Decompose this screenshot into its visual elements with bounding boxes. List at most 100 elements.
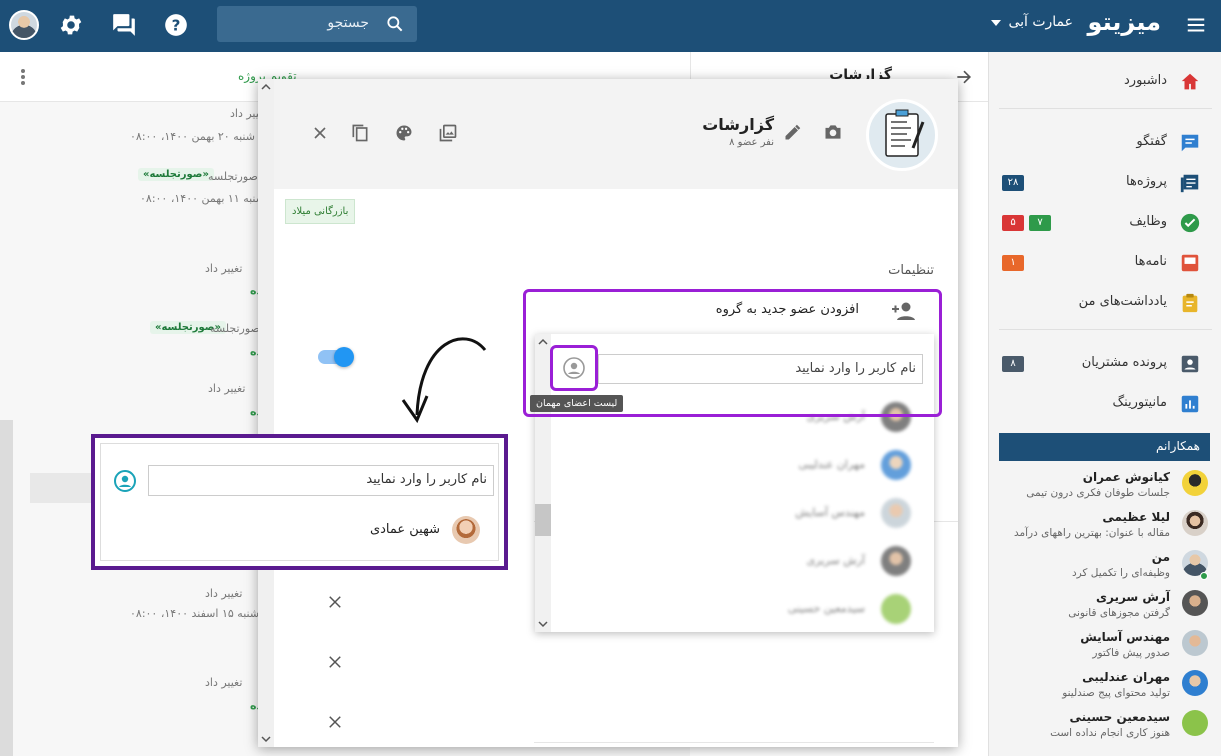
gallery-icon[interactable] — [438, 123, 458, 143]
group-title: گزارشات — [702, 115, 774, 134]
colleague-status: جلسات طوفان فکری درون تیمی — [1026, 487, 1170, 499]
org-dropdown-icon[interactable] — [991, 20, 1001, 26]
log-date: شنبه ۱۱ بهمن ۱۴۰۰، ۰۸:۰۰ — [140, 192, 265, 205]
online-indicator — [1200, 572, 1208, 580]
top-bar: ? جستجو عمارت آبی میزیتو — [0, 0, 1221, 52]
avatar — [881, 594, 911, 624]
divider — [999, 329, 1212, 330]
remove-member-icon[interactable] — [326, 713, 344, 731]
colleague-status: مقاله با عنوان: بهترین راههای درآمد — [1013, 527, 1170, 539]
avatar — [1182, 630, 1208, 656]
svg-text:?: ? — [172, 16, 181, 34]
input-placeholder: نام کاربر را وارد نمایید — [366, 472, 487, 487]
sidebar-item-tasks[interactable]: وظایف ۷ ۵ — [1002, 208, 1207, 238]
colleague-item[interactable]: سیدمعین حسینی هنوز کاری انجام نداده است — [999, 706, 1210, 746]
palette-icon[interactable] — [394, 123, 414, 143]
member-name: آرش سریری — [806, 554, 865, 567]
chat-icon[interactable] — [111, 12, 137, 38]
brand-logo: میزیتو — [1087, 8, 1161, 36]
member-option[interactable]: سیدمعین حسینی — [555, 590, 925, 630]
add-member-title: افزودن عضو جدید به گروه — [715, 302, 859, 317]
member-name: مهندس آسایش — [795, 506, 865, 519]
group-avatar — [866, 99, 938, 171]
sidebar-item-label: داشبورد — [1124, 73, 1167, 88]
settings-icon[interactable] — [58, 12, 84, 38]
add-person-icon[interactable] — [891, 300, 917, 322]
main-sidebar: داشبورد گفتگو پروژه‌ها ۲۸ وظایف ۷ ۵ نامه… — [988, 52, 1221, 756]
colleague-item[interactable]: مهندس آسایش صدور پیش فاکتور — [999, 626, 1210, 666]
colleague-item[interactable]: آرش سریری گرفتن مجوزهای قانونی — [999, 586, 1210, 626]
avatar — [1182, 470, 1208, 496]
sidebar-item-label: وظایف — [1129, 214, 1167, 229]
sidebar-item-label: یادداشت‌های من — [1078, 294, 1167, 309]
colleague-item[interactable]: کیانوش عمران جلسات طوفان فکری درون تیمی — [999, 466, 1210, 506]
remove-member-icon[interactable] — [326, 593, 344, 611]
setting-toggle[interactable] — [318, 347, 354, 367]
colleague-item[interactable]: لیلا عظیمی مقاله با عنوان: بهترین راههای… — [999, 506, 1210, 546]
member-option[interactable]: مهران عندلیبی — [555, 446, 925, 486]
colleague-status: هنوز کاری انجام نداده است — [1050, 727, 1170, 739]
edit-icon[interactable] — [783, 122, 803, 142]
user-avatar[interactable] — [9, 10, 39, 40]
member-count: ۸ نفر عضو — [729, 137, 774, 148]
org-selector[interactable]: عمارت آبی — [1008, 14, 1073, 30]
menu-icon[interactable] — [1185, 14, 1207, 36]
guest-result[interactable]: شهین عمادی — [180, 516, 480, 546]
sidebar-item-customers[interactable]: پرونده مشتریان ۸ — [1002, 349, 1207, 379]
avatar — [1182, 670, 1208, 696]
modal-scrollbar[interactable] — [258, 79, 274, 747]
sidebar-item-projects[interactable]: پروژه‌ها ۲۸ — [1002, 168, 1207, 198]
panel-edge — [0, 420, 13, 756]
guest-list-tooltip: لیست اعضای مهمان — [530, 395, 624, 412]
avatar — [881, 450, 911, 480]
guest-name: شهین عمادی — [369, 522, 440, 537]
home-icon — [1179, 71, 1201, 93]
owner-chip[interactable]: بازرگانی میلاد — [285, 199, 356, 224]
more-icon[interactable] — [20, 68, 26, 86]
sidebar-item-label: نامه‌ها — [1134, 254, 1167, 269]
colleague-status: صدور پیش فاکتور — [1092, 647, 1170, 659]
sidebar-item-chat[interactable]: گفتگو — [1002, 128, 1207, 158]
colleagues-title: همکارانم — [1155, 439, 1200, 453]
avatar — [881, 546, 911, 576]
guest-search-input[interactable]: نام کاربر را وارد نمایید — [148, 465, 494, 496]
sidebar-item-label: گفتگو — [1136, 134, 1167, 149]
colleague-name: من — [1151, 550, 1170, 564]
log-date: شنبه ۲۰ بهمن ۱۴۰۰، ۰۸:۰۰ — [130, 130, 255, 143]
remove-member-icon[interactable] — [326, 653, 344, 671]
member-option[interactable]: آرش سریری — [555, 542, 925, 582]
log-text: تغییر داد — [208, 382, 246, 395]
colleague-item[interactable]: من وظیفه‌ای را تکمیل کرد — [999, 546, 1210, 586]
callout-panel: نام کاربر را وارد نمایید شهین عمادی — [100, 443, 499, 561]
colleague-name: لیلا عظیمی — [1102, 510, 1170, 524]
colleague-item[interactable]: مهران عندلیبی تولید محتوای پیج صندلینو — [999, 666, 1210, 706]
avatar — [1182, 710, 1208, 736]
sidebar-item-label: پرونده مشتریان — [1081, 355, 1167, 370]
camera-icon[interactable] — [823, 122, 843, 142]
log-text: تغییر داد — [205, 587, 243, 600]
colleague-name: مهندس آسایش — [1080, 630, 1170, 644]
letters-count-badge: ۱ — [1002, 255, 1024, 271]
sidebar-item-notes[interactable]: یادداشت‌های من — [1002, 288, 1207, 318]
clipboard-icon — [1179, 292, 1201, 314]
search-box[interactable]: جستجو — [217, 6, 417, 42]
search-placeholder: جستجو — [327, 15, 369, 31]
contact-icon — [1179, 353, 1201, 375]
member-option[interactable]: مهندس آسایش — [555, 494, 925, 534]
colleague-name: آرش سریری — [1096, 590, 1170, 604]
sidebar-item-letters[interactable]: نامه‌ها ۱ — [1002, 248, 1207, 278]
projects-count-badge: ۲۸ — [1002, 175, 1024, 191]
help-icon[interactable]: ? — [163, 12, 189, 38]
copy-icon[interactable] — [350, 123, 370, 143]
projects-icon — [1179, 172, 1201, 194]
scroll-thumb[interactable] — [535, 504, 551, 536]
annotation-arrow — [401, 337, 487, 424]
sidebar-item-monitoring[interactable]: مانیتورینگ — [1002, 389, 1207, 419]
tag-chip[interactable]: «صورتجلسه» — [138, 168, 214, 181]
close-icon[interactable] — [310, 123, 330, 143]
avatar — [452, 516, 480, 544]
user-circle-icon[interactable] — [113, 469, 137, 493]
sidebar-item-dashboard[interactable]: داشبورد — [1002, 67, 1207, 97]
divider — [534, 742, 934, 743]
inbox-icon — [1179, 252, 1201, 274]
